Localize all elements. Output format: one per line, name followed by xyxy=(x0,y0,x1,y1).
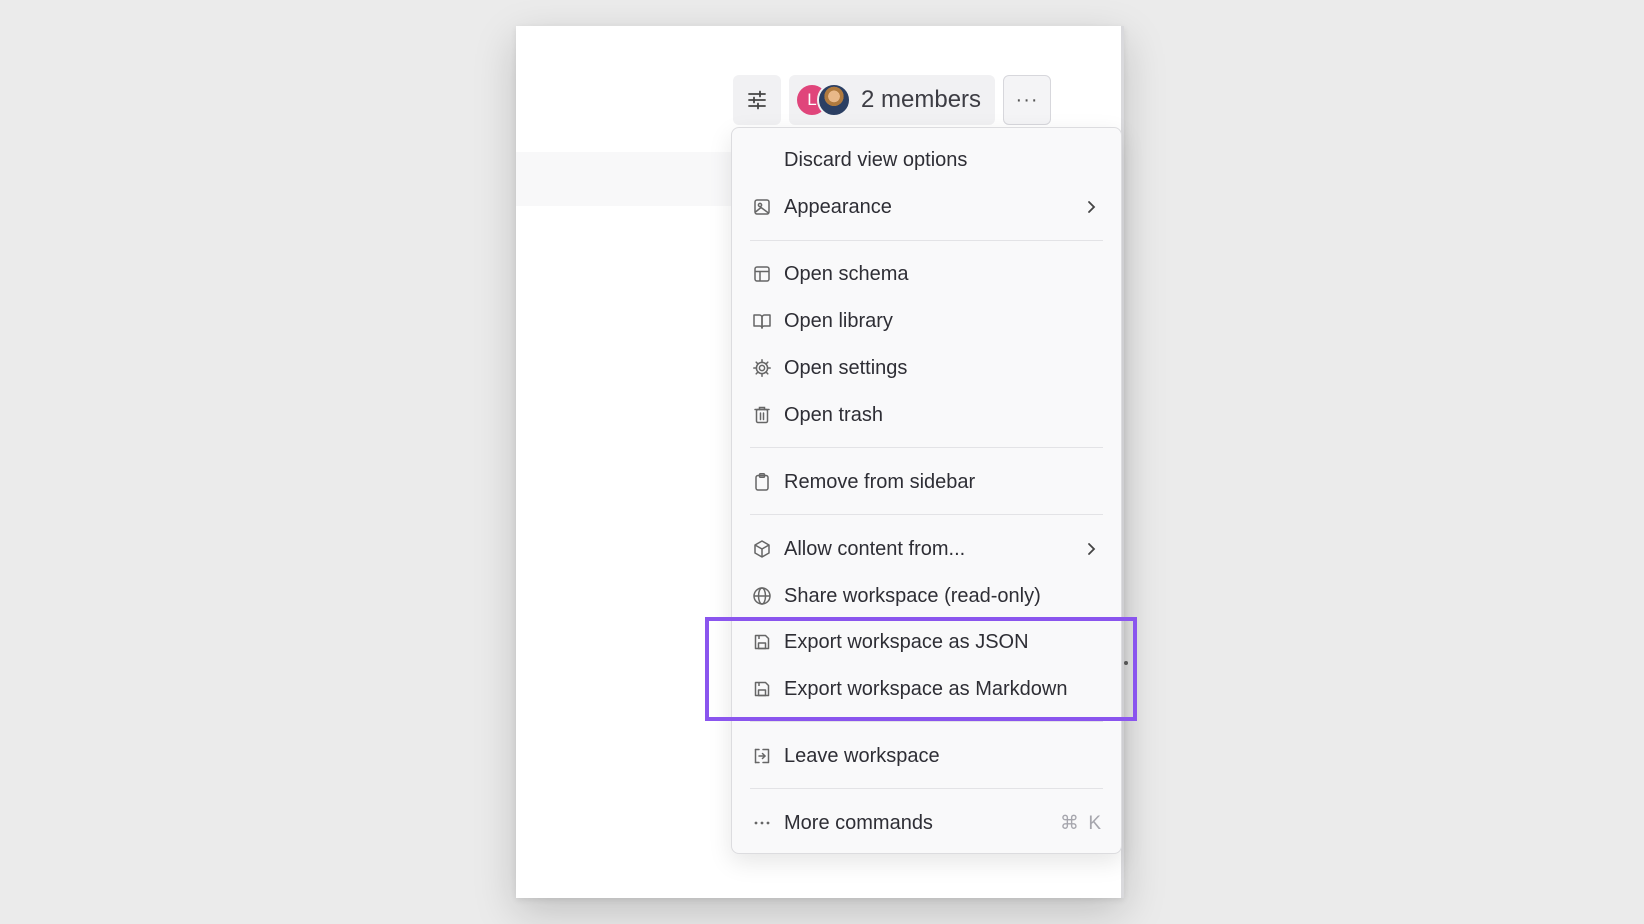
avatar-photo xyxy=(817,83,851,117)
more-options-button[interactable]: ··· xyxy=(1003,75,1052,125)
options-menu: Discard view options Appearance Open sch… xyxy=(731,127,1122,854)
content-row xyxy=(516,152,732,206)
menu-item-label: Open schema xyxy=(784,262,909,285)
menu-item-label: Discard view options xyxy=(784,148,968,171)
menu-item-label: More commands xyxy=(784,811,933,834)
members-button[interactable]: L 2 members xyxy=(789,75,996,125)
menu-item-label: Allow content from... xyxy=(784,537,966,560)
menu-item-appearance[interactable]: Appearance xyxy=(752,186,1101,228)
menu-item-label: Remove from sidebar xyxy=(784,470,976,493)
cube-icon xyxy=(752,539,772,559)
chevron-right-icon xyxy=(1081,197,1101,217)
exit-icon xyxy=(752,746,772,766)
toolbar: L 2 members ··· xyxy=(733,75,1052,125)
image-icon xyxy=(752,197,772,217)
clipboard-icon xyxy=(752,472,772,492)
chevron-right-icon xyxy=(1081,539,1101,559)
gear-icon xyxy=(752,358,772,378)
sliders-icon xyxy=(746,89,768,111)
menu-separator xyxy=(750,240,1103,241)
menu-item-open-schema[interactable]: Open schema xyxy=(752,253,1101,295)
menu-separator xyxy=(750,514,1103,515)
menu-item-more-commands[interactable]: More commands ⌘ K xyxy=(752,802,1101,844)
menu-separator xyxy=(750,721,1103,722)
globe-icon xyxy=(752,586,772,606)
resize-handle[interactable] xyxy=(1124,661,1128,665)
trash-icon xyxy=(752,405,772,425)
menu-item-open-library[interactable]: Open library xyxy=(752,300,1101,342)
menu-item-allow-content-from[interactable]: Allow content from... xyxy=(752,528,1101,570)
menu-item-label: Appearance xyxy=(784,195,892,218)
menu-item-label: Leave workspace xyxy=(784,744,940,767)
view-options-button[interactable] xyxy=(733,75,781,125)
menu-item-label: Share workspace (read-only) xyxy=(784,584,1041,607)
menu-item-label: Open trash xyxy=(784,403,883,426)
menu-item-label: Open library xyxy=(784,309,893,332)
keyboard-shortcut: ⌘ K xyxy=(1060,812,1101,834)
menu-separator xyxy=(750,788,1103,789)
layout-icon xyxy=(752,264,772,284)
ellipsis-icon xyxy=(752,813,772,833)
menu-item-discard-view-options[interactable]: Discard view options xyxy=(752,139,1101,181)
menu-item-open-trash[interactable]: Open trash xyxy=(752,394,1101,436)
menu-item-leave-workspace[interactable]: Leave workspace xyxy=(752,735,1101,777)
member-avatars: L xyxy=(795,83,851,117)
menu-item-open-settings[interactable]: Open settings xyxy=(752,347,1101,389)
highlight-box xyxy=(705,617,1137,721)
menu-item-label: Open settings xyxy=(784,356,908,379)
menu-item-share-workspace[interactable]: Share workspace (read-only) xyxy=(752,575,1101,617)
book-icon xyxy=(752,311,772,331)
members-label: 2 members xyxy=(861,86,982,113)
menu-item-remove-from-sidebar[interactable]: Remove from sidebar xyxy=(752,461,1101,503)
menu-separator xyxy=(750,447,1103,448)
